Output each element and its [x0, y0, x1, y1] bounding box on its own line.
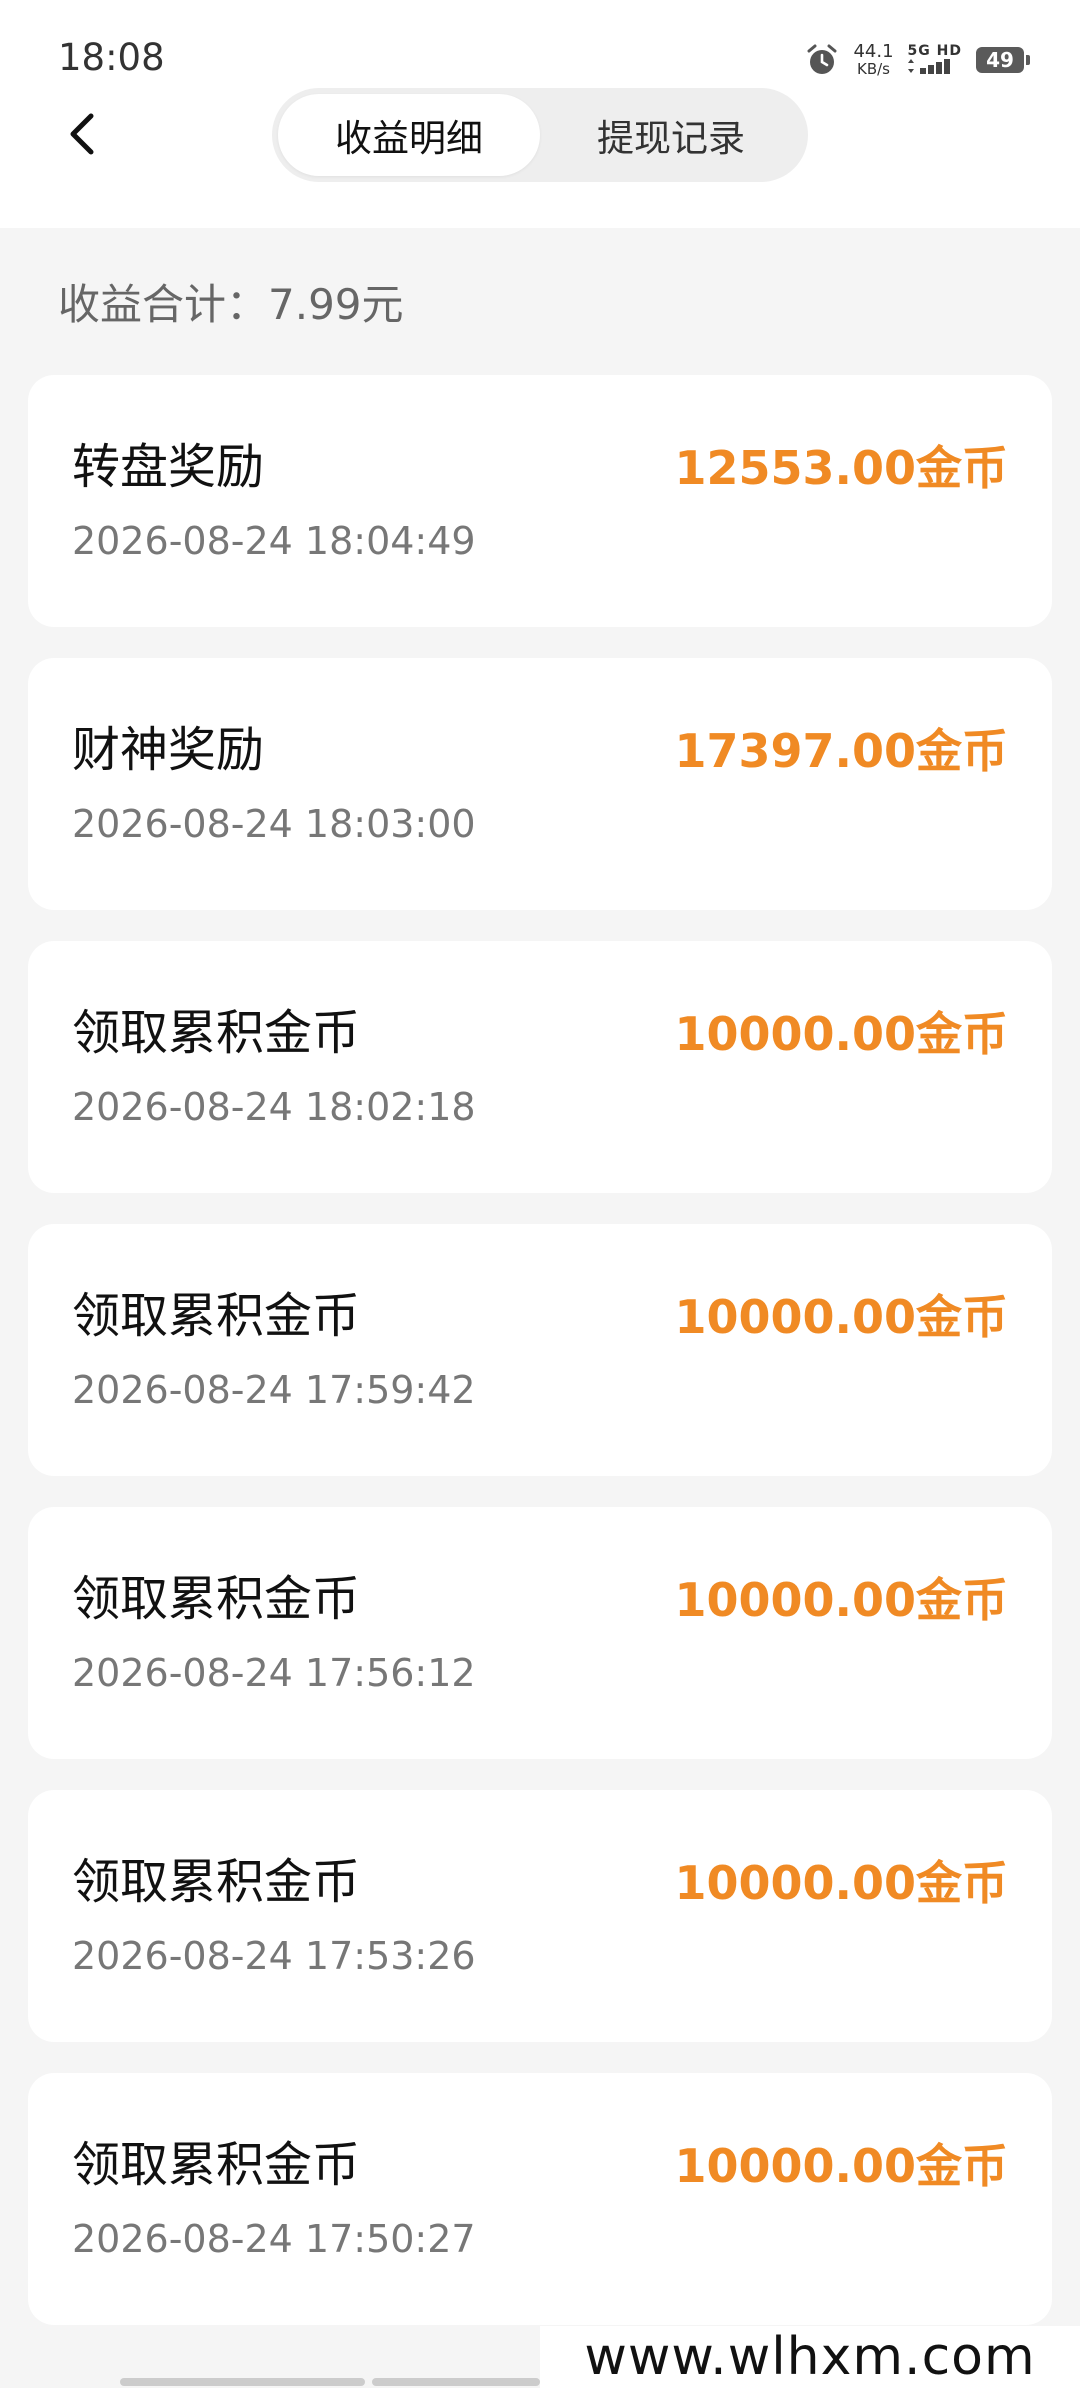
scroll-hint-right [372, 2378, 540, 2386]
network-speed-unit: KB/s [857, 60, 890, 78]
list-item: 财神奖励 2026-08-24 18:03:00 17397.00金币 [28, 658, 1052, 910]
back-button[interactable] [58, 110, 106, 158]
status-time: 18:08 [58, 36, 165, 79]
watermark-text: www.wlhxm.com [540, 2326, 1080, 2388]
record-time: 2026-08-24 17:56:12 [72, 1651, 476, 1695]
record-amount: 10000.00金币 [674, 1856, 1008, 1910]
signal-bars-icon [907, 58, 954, 76]
list-item: 领取累积金币 2026-08-24 18:02:18 10000.00金币 [28, 941, 1052, 1193]
record-title: 领取累积金币 [72, 2137, 361, 2193]
tab-withdraw-records[interactable]: 提现记录 [540, 94, 802, 176]
record-time: 2026-08-24 18:04:49 [72, 519, 476, 563]
list-item: 转盘奖励 2026-08-24 18:04:49 12553.00金币 [28, 375, 1052, 627]
record-time: 2026-08-24 18:03:00 [72, 802, 476, 846]
network-speed-value: 44.1 [853, 41, 894, 62]
list-item: 领取累积金币 2026-08-24 17:50:27 10000.00金币 [28, 2073, 1052, 2325]
record-time: 2026-08-24 18:02:18 [72, 1085, 476, 1129]
record-time: 2026-08-24 17:59:42 [72, 1368, 476, 1412]
signal-label: 5G HD [907, 43, 962, 59]
battery-icon: 49 [976, 47, 1030, 73]
record-title: 领取累积金币 [72, 1005, 361, 1061]
records-list: 转盘奖励 2026-08-24 18:04:49 12553.00金币 财神奖励… [28, 375, 1052, 2356]
list-item: 领取累积金币 2026-08-24 17:53:26 10000.00金币 [28, 1790, 1052, 2042]
record-title: 转盘奖励 [72, 439, 265, 495]
list-item: 领取累积金币 2026-08-24 17:59:42 10000.00金币 [28, 1224, 1052, 1476]
record-time: 2026-08-24 17:53:26 [72, 1934, 476, 1978]
record-title: 领取累积金币 [72, 1288, 361, 1344]
chevron-left-icon [70, 113, 94, 155]
top-bar: 18:08 44.1 KB/s 5G HD 49 收益明细 提现记录 [0, 0, 1080, 228]
scroll-hint-left [120, 2378, 365, 2386]
record-time: 2026-08-24 17:50:27 [72, 2217, 476, 2261]
record-amount: 17397.00金币 [674, 724, 1008, 778]
network-speed: 44.1 KB/s [853, 41, 894, 78]
record-amount: 10000.00金币 [674, 2139, 1008, 2193]
record-title: 领取累积金币 [72, 1854, 361, 1910]
record-title: 领取累积金币 [72, 1571, 361, 1627]
record-amount: 10000.00金币 [674, 1290, 1008, 1344]
earnings-total: 收益合计：7.99元 [58, 280, 404, 329]
list-item: 领取累积金币 2026-08-24 17:56:12 10000.00金币 [28, 1507, 1052, 1759]
signal-indicator: 5G HD [907, 43, 962, 76]
record-amount: 10000.00金币 [674, 1007, 1008, 1061]
record-title: 财神奖励 [72, 722, 265, 778]
record-amount: 10000.00金币 [674, 1573, 1008, 1627]
record-amount: 12553.00金币 [674, 441, 1008, 495]
alarm-icon [805, 43, 839, 77]
tab-earnings-detail[interactable]: 收益明细 [278, 94, 540, 176]
tab-switcher: 收益明细 提现记录 [272, 88, 808, 182]
status-icons: 44.1 KB/s 5G HD 49 [805, 40, 1030, 80]
